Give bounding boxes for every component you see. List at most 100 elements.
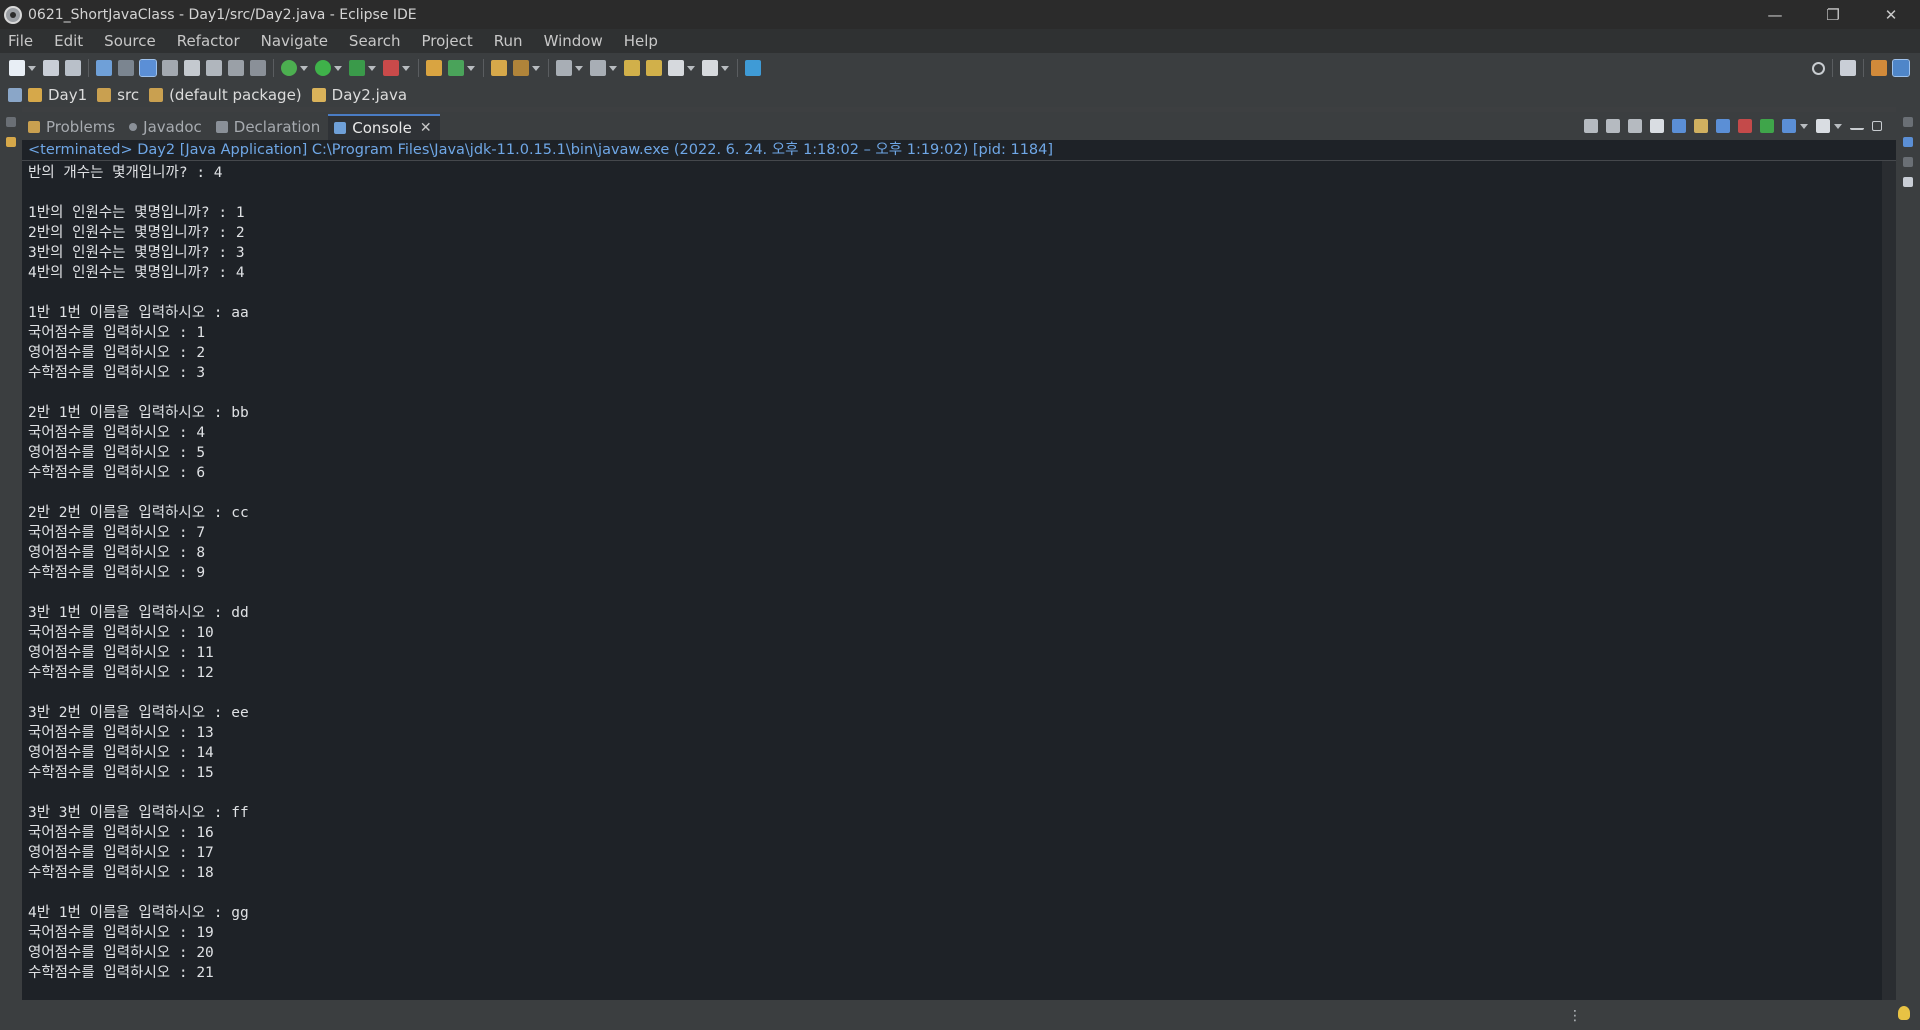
show-on-stderr-icon[interactable] — [1738, 119, 1752, 133]
restore-right-view-icon[interactable] — [1903, 117, 1913, 127]
run-icon[interactable] — [315, 60, 331, 76]
close-window-button[interactable]: ✕ — [1862, 0, 1920, 29]
external-tools-dropdown-icon[interactable] — [402, 65, 410, 71]
forward-arrow-icon[interactable] — [702, 60, 718, 76]
forward-dropdown-icon[interactable] — [721, 65, 729, 71]
open-perspective-icon[interactable] — [1840, 60, 1856, 76]
restore-task-view-icon[interactable] — [1903, 157, 1913, 167]
menu-run[interactable]: Run — [486, 32, 536, 50]
java-perspective-icon[interactable] — [1892, 59, 1910, 77]
minimize-view-icon[interactable] — [1850, 122, 1864, 130]
window-title: 0621_ShortJavaClass - Day1/src/Day2.java… — [28, 6, 417, 23]
breadcrumb-menu-icon[interactable] — [8, 88, 22, 102]
menu-window[interactable]: Window — [536, 32, 616, 50]
breadcrumb-src[interactable]: src — [97, 86, 139, 104]
menu-refactor[interactable]: Refactor — [169, 32, 253, 50]
new-java-project-icon[interactable] — [426, 60, 442, 76]
save-all-icon[interactable] — [65, 60, 81, 76]
remove-all-terminated-icon[interactable] — [1628, 119, 1642, 133]
breadcrumb-project[interactable]: Day1 — [28, 86, 87, 104]
console-output[interactable]: 반의 개수는 몇개입니까? : 4 1반의 인원수는 몇명입니까? : 1 2반의… — [22, 160, 1896, 1001]
breadcrumb-toggle-icon[interactable] — [162, 60, 178, 76]
terminate-icon[interactable] — [1584, 119, 1598, 133]
main-toolbar — [0, 53, 1920, 83]
console-line: 3반 3번 이름을 입력하시오 : ff — [28, 805, 249, 821]
clear-console-icon[interactable] — [1650, 119, 1664, 133]
last-edit-location-icon[interactable] — [624, 60, 640, 76]
word-wrap-console-icon[interactable] — [1694, 119, 1708, 133]
status-grip-icon[interactable]: ⋮ — [1568, 1008, 1582, 1024]
tab-problems-label: Problems — [46, 118, 116, 136]
breadcrumb-package[interactable]: (default package) — [149, 86, 302, 104]
show-whitespace-icon[interactable] — [228, 60, 244, 76]
close-tab-icon[interactable]: ✕ — [420, 120, 432, 136]
coverage-icon[interactable] — [349, 60, 365, 76]
console-line: 영어점수를 입력하시오 : 14 — [28, 745, 214, 761]
menu-search[interactable]: Search — [341, 32, 414, 50]
pilcrow-icon[interactable] — [250, 60, 266, 76]
debug-dropdown-icon[interactable] — [300, 65, 308, 71]
search-tool-icon[interactable] — [513, 60, 529, 76]
restore-button[interactable]: ❐ — [1804, 0, 1862, 29]
tab-console[interactable]: Console ✕ — [328, 114, 440, 140]
menu-project[interactable]: Project — [413, 32, 485, 50]
menu-file[interactable]: File — [0, 32, 46, 50]
toggle-mark-occurrences-icon[interactable] — [139, 59, 157, 77]
open-type-icon[interactable] — [491, 60, 507, 76]
console-line: 영어점수를 입력하시오 : 11 — [28, 645, 214, 661]
forward-edit-icon[interactable] — [646, 60, 662, 76]
previous-annotation-dropdown-icon[interactable] — [609, 65, 617, 71]
coverage-dropdown-icon[interactable] — [368, 65, 376, 71]
java-ee-perspective-icon[interactable] — [1871, 60, 1887, 76]
display-console-dropdown-icon[interactable] — [1800, 123, 1808, 129]
previous-annotation-icon[interactable] — [590, 60, 606, 76]
menu-help[interactable]: Help — [616, 32, 671, 50]
menu-source[interactable]: Source — [96, 32, 169, 50]
external-tools-icon[interactable] — [383, 60, 399, 76]
search-icon[interactable] — [1812, 61, 1825, 75]
debug-icon[interactable] — [281, 60, 297, 76]
menu-navigate[interactable]: Navigate — [253, 32, 341, 50]
pin-console-icon[interactable] — [1760, 119, 1774, 133]
search-dropdown-icon[interactable] — [532, 65, 540, 71]
lightbulb-icon[interactable] — [1898, 1006, 1910, 1020]
display-console-icon[interactable] — [1782, 119, 1796, 133]
maximize-view-icon[interactable] — [1872, 121, 1882, 131]
back-dropdown-icon[interactable] — [687, 65, 695, 71]
package-explorer-icon[interactable] — [6, 137, 16, 147]
scroll-lock-icon[interactable] — [1672, 119, 1686, 133]
minimize-button[interactable]: — — [1746, 0, 1804, 29]
show-on-stdout-icon[interactable] — [1716, 119, 1730, 133]
open-console-icon[interactable] — [1816, 119, 1830, 133]
open-console-dropdown-icon[interactable] — [1834, 123, 1842, 129]
new-dropdown-icon[interactable] — [28, 65, 36, 71]
menu-edit[interactable]: Edit — [46, 32, 96, 50]
console-line: 1반 1번 이름을 입력하시오 : aa — [28, 305, 249, 321]
outline-icon[interactable] — [1903, 137, 1913, 147]
back-arrow-icon[interactable] — [668, 60, 684, 76]
tab-javadoc[interactable]: Javadoc — [123, 114, 210, 140]
console-line: 영어점수를 입력하시오 : 5 — [28, 445, 206, 461]
restore-view-icon[interactable] — [6, 117, 16, 127]
next-annotation-dropdown-icon[interactable] — [575, 65, 583, 71]
new-class-icon[interactable] — [448, 60, 464, 76]
terminal-icon[interactable] — [96, 60, 112, 76]
task-list-icon[interactable] — [1903, 177, 1913, 187]
console-scrollbar[interactable] — [1882, 161, 1896, 1001]
word-wrap-icon[interactable] — [184, 60, 200, 76]
skip-breakpoints-icon[interactable] — [118, 60, 134, 76]
remove-launch-icon[interactable] — [1606, 119, 1620, 133]
save-icon[interactable] — [43, 60, 59, 76]
new-file-icon[interactable] — [9, 60, 25, 76]
next-annotation-icon[interactable] — [556, 60, 572, 76]
console-line: 2반 1번 이름을 입력하시오 : bb — [28, 405, 249, 421]
run-dropdown-icon[interactable] — [334, 65, 342, 71]
breadcrumb-file[interactable]: Day2.java — [311, 86, 407, 104]
pin-editor-icon[interactable] — [745, 60, 761, 76]
new-class-dropdown-icon[interactable] — [467, 65, 475, 71]
block-selection-icon[interactable] — [206, 60, 222, 76]
title-bar: 0621_ShortJavaClass - Day1/src/Day2.java… — [0, 0, 1920, 29]
tab-declaration[interactable]: Declaration — [210, 114, 328, 140]
tab-problems[interactable]: Problems — [22, 114, 123, 140]
